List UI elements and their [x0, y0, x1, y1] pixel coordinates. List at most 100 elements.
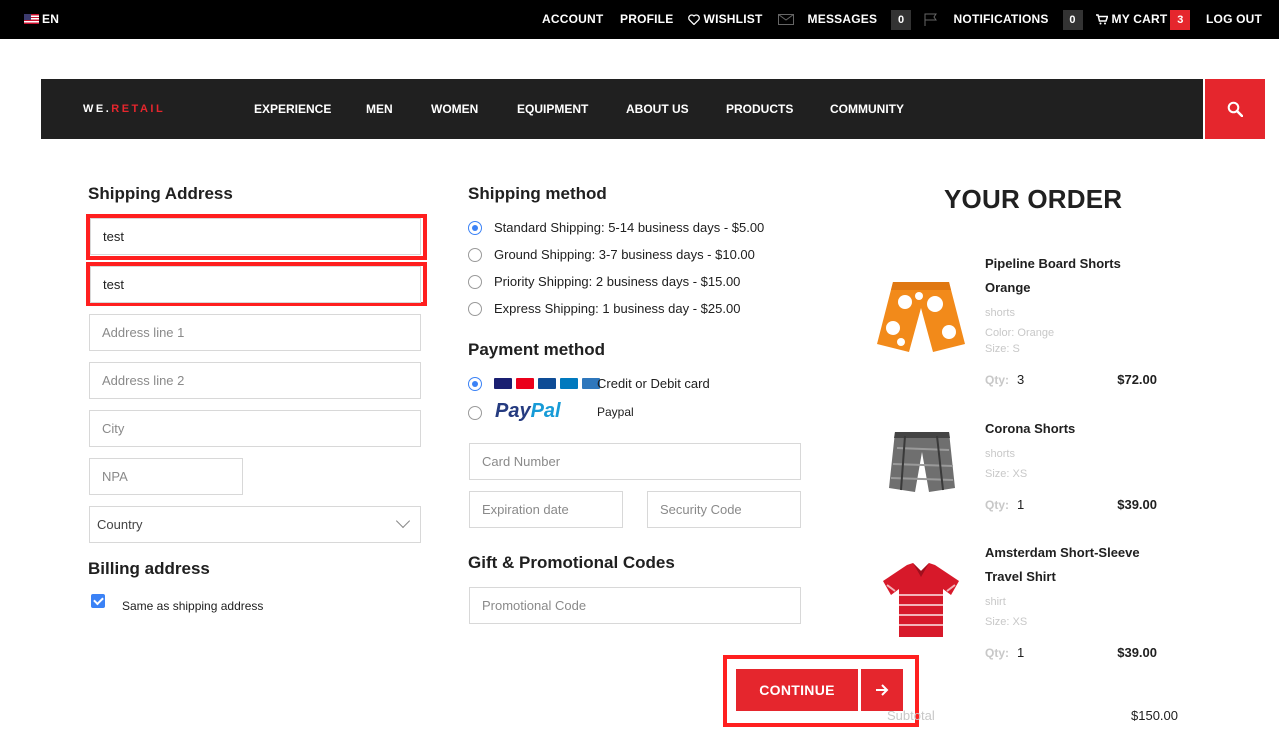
chevron-down-icon	[395, 513, 411, 529]
order-item-qty-label: Qty:	[985, 498, 1009, 512]
order-item-category: shorts	[985, 448, 1015, 460]
continue-button[interactable]: CONTINUE	[736, 669, 858, 711]
security-code-field[interactable]: Security Code	[647, 491, 801, 528]
address-line-1-field[interactable]: Address line 1	[89, 314, 421, 351]
search-icon	[1227, 101, 1243, 117]
shipping-standard-radio[interactable]	[468, 221, 482, 235]
mastercard-icon	[516, 378, 534, 389]
heart-icon	[688, 14, 700, 26]
order-item-size: Size: XS	[985, 616, 1028, 628]
envelope-icon	[778, 14, 794, 26]
main-nav: WE.RETAIL EXPERIENCE MEN WOMEN EQUIPMENT…	[41, 79, 1203, 139]
profile-link[interactable]: PROFILE	[620, 0, 673, 39]
logo-text-we: WE.	[83, 103, 112, 115]
card-brand-icons	[494, 378, 600, 389]
promo-code-field[interactable]: Promotional Code	[469, 587, 801, 624]
nav-item-about-us[interactable]: ABOUT US	[626, 79, 689, 139]
cart-label: MY CART	[1111, 12, 1168, 26]
shipping-priority-label: Priority Shipping: 2 business days - $15…	[494, 274, 741, 289]
notifications-link[interactable]: NOTIFICATIONS 0	[924, 0, 1083, 39]
messages-count-badge: 0	[891, 9, 912, 30]
paypal-logo-pay: Pay	[495, 400, 531, 422]
shipping-ground-label: Ground Shipping: 3-7 business days - $10…	[494, 247, 755, 262]
npa-field[interactable]: NPA	[89, 458, 243, 495]
messages-label: MESSAGES	[807, 12, 878, 26]
last-name-field[interactable]: test	[90, 266, 421, 303]
payment-paypal-label: Paypal	[597, 405, 634, 419]
language-selector[interactable]: EN	[24, 0, 59, 39]
payment-method-title: Payment method	[468, 340, 605, 359]
order-item-category: shorts	[985, 307, 1015, 319]
cart-count-badge: 3	[1170, 9, 1191, 30]
paypal-logo-pal: Pal	[530, 400, 561, 422]
order-item-name[interactable]: Corona Shorts	[985, 417, 1165, 441]
account-link[interactable]: ACCOUNT	[542, 0, 603, 39]
us-flag-icon	[24, 14, 39, 24]
visa-icon	[494, 378, 512, 389]
nav-item-equipment[interactable]: EQUIPMENT	[517, 79, 588, 139]
wishlist-link[interactable]: WISHLIST	[688, 0, 762, 39]
nav-item-men[interactable]: MEN	[366, 79, 393, 139]
nav-item-products[interactable]: PRODUCTS	[726, 79, 793, 139]
order-item-size: Size: XS	[985, 468, 1028, 480]
order-item-name[interactable]: Amsterdam Short-Sleeve Travel Shirt	[985, 541, 1165, 589]
shipping-ground-radio[interactable]	[468, 248, 482, 262]
wishlist-label: WISHLIST	[703, 12, 763, 26]
shipping-express-radio[interactable]	[468, 302, 482, 316]
flag-icon	[924, 13, 937, 27]
order-item-size: Size: S	[985, 343, 1020, 355]
logout-link[interactable]: LOG OUT	[1206, 0, 1262, 39]
cart-link[interactable]: MY CART 3	[1096, 0, 1191, 39]
language-label: EN	[42, 12, 60, 26]
your-order-title: YOUR ORDER	[944, 184, 1123, 214]
city-field[interactable]: City	[89, 410, 421, 447]
product-image-travel-shirt[interactable]	[881, 561, 961, 639]
jcb-icon	[538, 378, 556, 389]
nav-item-experience[interactable]: EXPERIENCE	[254, 79, 331, 139]
order-item-name[interactable]: Pipeline Board Shorts Orange	[985, 252, 1165, 300]
order-item-qty-label: Qty:	[985, 373, 1009, 387]
payment-paypal-radio[interactable]	[468, 406, 482, 420]
notifications-label: NOTIFICATIONS	[953, 12, 1049, 26]
continue-arrow-button[interactable]	[861, 669, 903, 711]
shipping-express-label: Express Shipping: 1 business day - $25.0…	[494, 301, 741, 316]
order-item-qty: 1	[1017, 645, 1025, 660]
shipping-standard-label: Standard Shipping: 5-14 business days - …	[494, 220, 765, 235]
product-image-orange-shorts[interactable]	[875, 278, 967, 354]
shipping-address-title: Shipping Address	[88, 184, 233, 203]
card-number-field[interactable]: Card Number	[469, 443, 801, 480]
billing-address-title: Billing address	[88, 559, 210, 578]
subtotal-label: Subtotal	[887, 708, 935, 723]
promo-title: Gift & Promotional Codes	[468, 553, 675, 572]
order-item-category: shirt	[985, 596, 1006, 608]
order-item-qty: 1	[1017, 497, 1025, 512]
product-image-corona-shorts[interactable]	[887, 430, 957, 494]
top-bar: EN ACCOUNT PROFILE WISHLIST MESSAGES 0 NO…	[0, 0, 1279, 39]
shipping-method-title: Shipping method	[468, 184, 607, 203]
order-item-qty-label: Qty:	[985, 646, 1009, 660]
order-item-qty: 3	[1017, 372, 1025, 387]
first-name-field[interactable]: test	[90, 218, 421, 255]
arrow-right-icon	[876, 684, 889, 696]
country-select[interactable]: Country	[89, 506, 421, 543]
diners-icon	[560, 378, 578, 389]
nav-item-women[interactable]: WOMEN	[431, 79, 478, 139]
paypal-logo: PayPal	[495, 400, 561, 423]
search-button[interactable]	[1205, 79, 1265, 139]
payment-card-label: Credit or Debit card	[597, 376, 710, 391]
nav-item-community[interactable]: COMMUNITY	[830, 79, 904, 139]
same-as-shipping-checkbox[interactable]	[91, 594, 105, 608]
expiration-date-field[interactable]: Expiration date	[469, 491, 623, 528]
notifications-count-badge: 0	[1062, 9, 1083, 30]
shipping-priority-radio[interactable]	[468, 275, 482, 289]
order-item-price: $39.00	[1117, 645, 1157, 660]
order-item-price: $39.00	[1117, 497, 1157, 512]
payment-card-radio[interactable]	[468, 377, 482, 391]
same-as-shipping-label: Same as shipping address	[122, 599, 264, 613]
site-logo[interactable]: WE.RETAIL	[83, 79, 165, 139]
order-item-price: $72.00	[1117, 372, 1157, 387]
address-line-2-field[interactable]: Address line 2	[89, 362, 421, 399]
messages-link[interactable]: MESSAGES 0	[778, 0, 912, 39]
logo-text-retail: RETAIL	[111, 103, 166, 115]
country-select-value: Country	[97, 517, 143, 532]
